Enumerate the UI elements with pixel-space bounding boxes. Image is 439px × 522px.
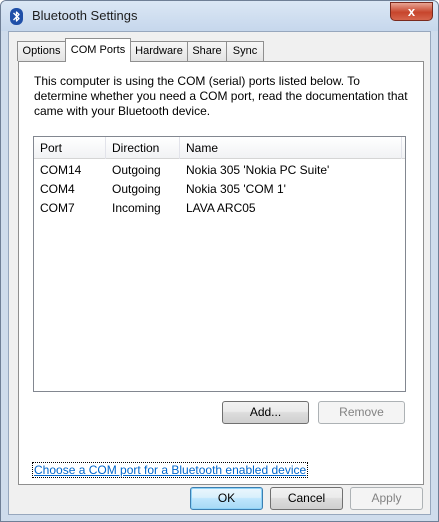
ok-button[interactable]: OK: [190, 487, 263, 510]
remove-button[interactable]: Remove: [318, 401, 405, 424]
list-header: Port Direction Name: [34, 137, 405, 159]
add-button[interactable]: Add...: [222, 401, 309, 424]
table-row[interactable]: COM7 Incoming LAVA ARC05: [34, 199, 405, 218]
tab-com-ports-label: COM Ports: [70, 44, 126, 56]
name-cell: Nokia 305 'COM 1': [186, 182, 286, 196]
port-cell: COM7: [40, 201, 75, 215]
tab-hardware[interactable]: Hardware: [130, 41, 188, 61]
com-ports-panel: This computer is using the COM (serial) …: [18, 61, 424, 485]
direction-cell: Incoming: [112, 201, 161, 215]
tab-com-ports[interactable]: COM Ports: [65, 38, 131, 62]
title-bar[interactable]: Bluetooth Settings x: [1, 1, 438, 31]
tab-options[interactable]: Options: [17, 41, 66, 61]
direction-cell: Outgoing: [112, 163, 161, 177]
table-row[interactable]: COM14 Outgoing Nokia 305 'Nokia PC Suite…: [34, 161, 405, 180]
column-header-direction[interactable]: Direction: [106, 137, 180, 159]
direction-cell: Outgoing: [112, 182, 161, 196]
apply-button[interactable]: Apply: [350, 487, 423, 510]
table-row[interactable]: COM4 Outgoing Nokia 305 'COM 1': [34, 180, 405, 199]
close-button[interactable]: x: [390, 2, 433, 21]
name-cell: Nokia 305 'Nokia PC Suite': [186, 163, 330, 177]
window-title: Bluetooth Settings: [32, 8, 138, 23]
column-header-name[interactable]: Name: [180, 137, 402, 159]
choose-com-port-link[interactable]: Choose a COM port for a Bluetooth enable…: [31, 462, 309, 478]
tab-hardware-label: Hardware: [135, 45, 183, 57]
tab-sync[interactable]: Sync: [226, 41, 264, 61]
tab-sync-label: Sync: [232, 45, 258, 57]
tab-options-label: Options: [22, 45, 61, 57]
com-ports-description: This computer is using the COM (serial) …: [34, 74, 408, 118]
close-icon: x: [407, 4, 416, 19]
name-cell: LAVA ARC05: [186, 201, 256, 215]
bluetooth-settings-window: Bluetooth Settings x Options COM Ports H…: [0, 0, 439, 522]
cancel-button[interactable]: Cancel: [270, 487, 343, 510]
tab-share[interactable]: Share: [187, 41, 227, 61]
bluetooth-icon: [8, 8, 25, 25]
port-cell: COM14: [40, 163, 82, 177]
com-ports-list[interactable]: Port Direction Name COM14 Outgoing Nokia…: [33, 136, 406, 392]
dialog-body: Options COM Ports Hardware Share Sync Th…: [8, 31, 431, 515]
port-cell: COM4: [40, 182, 75, 196]
column-header-port[interactable]: Port: [34, 137, 106, 159]
tab-share-label: Share: [192, 45, 222, 57]
